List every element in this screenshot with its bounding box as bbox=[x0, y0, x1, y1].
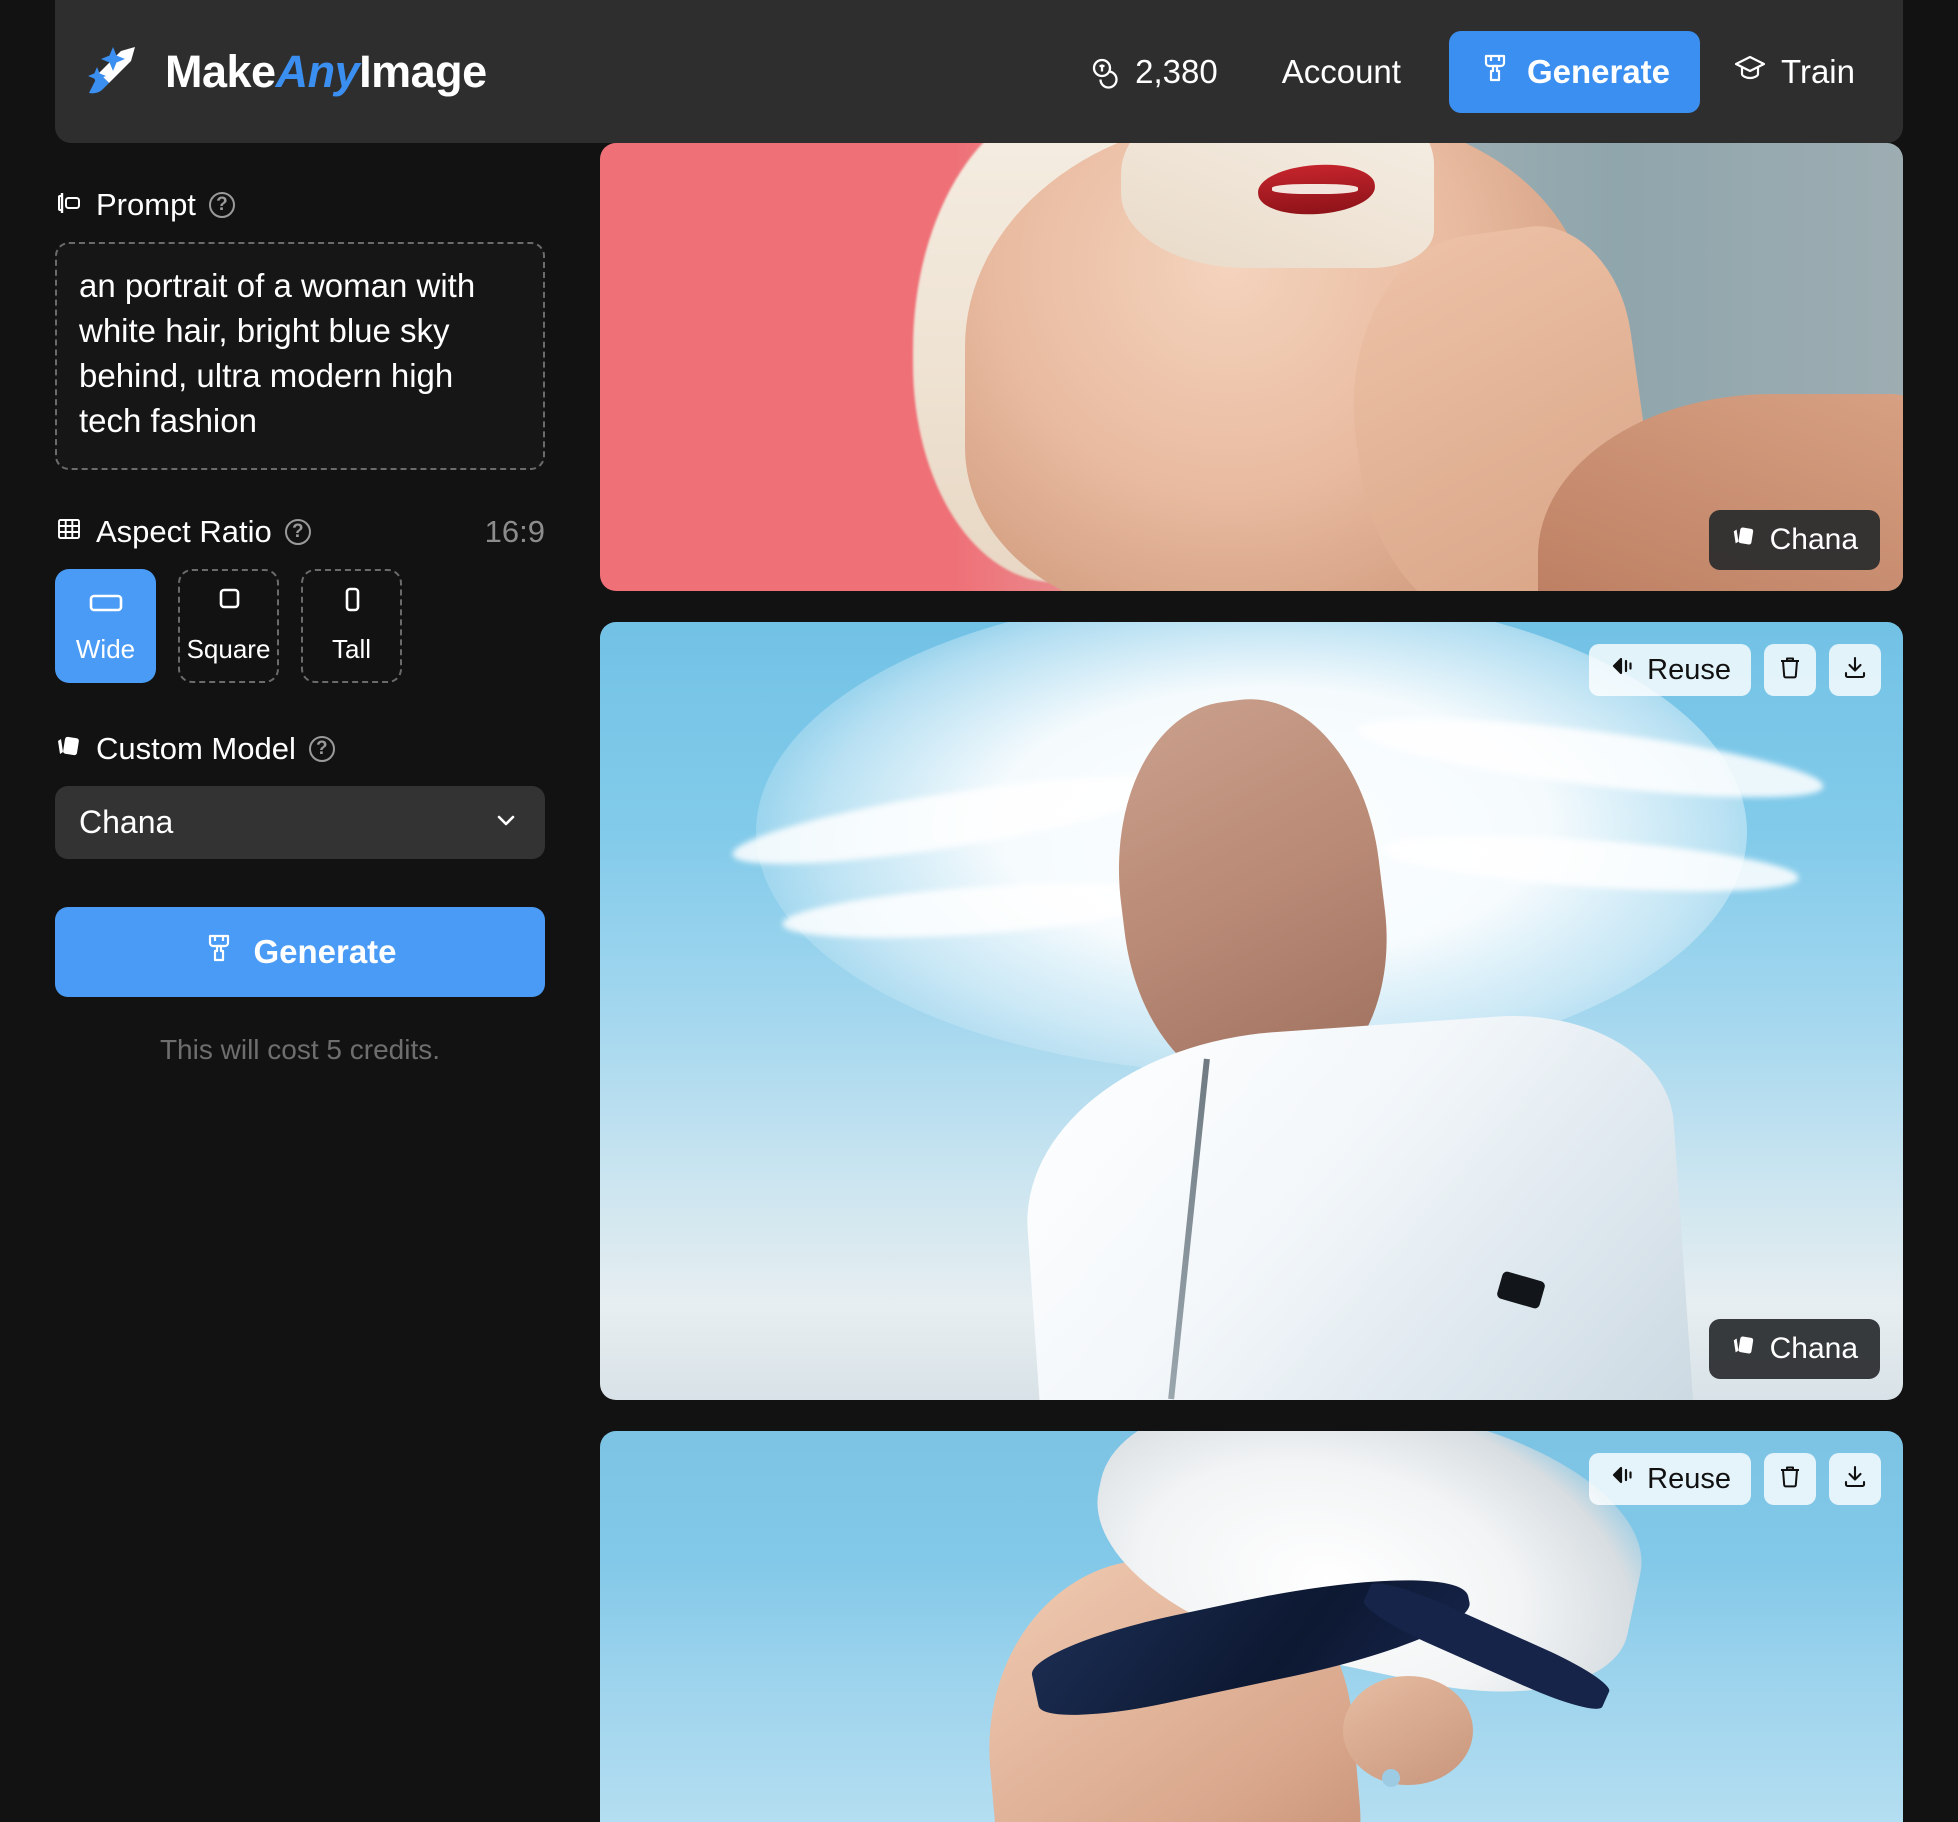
controls-sidebar: Prompt ? an portrait of a woman with whi… bbox=[0, 143, 600, 1822]
question-circle-icon[interactable]: ? bbox=[308, 735, 335, 762]
prompt-field: Prompt ? an portrait of a woman with whi… bbox=[55, 187, 545, 470]
image-actions: Reuse bbox=[1589, 644, 1881, 696]
custom-model-select[interactable]: Chana bbox=[55, 785, 545, 859]
model-card-icon bbox=[1731, 523, 1757, 557]
model-badge-label: Chana bbox=[1769, 523, 1858, 556]
train-link[interactable]: Train bbox=[1714, 38, 1875, 106]
download-button[interactable] bbox=[1829, 1453, 1881, 1505]
result-card[interactable]: Reuse bbox=[600, 622, 1903, 1400]
credits-value: 2,380 bbox=[1135, 52, 1218, 90]
reuse-button[interactable]: Reuse bbox=[1589, 644, 1751, 696]
custom-model-label: Custom Model bbox=[96, 730, 296, 766]
brand-title: MakeAnyImage bbox=[165, 46, 487, 98]
account-link[interactable]: Account bbox=[1264, 39, 1419, 105]
result-card[interactable]: Chana bbox=[600, 143, 1903, 591]
aspect-ratio-option-wide[interactable]: Wide bbox=[55, 568, 156, 683]
trash-icon bbox=[1776, 654, 1804, 687]
reuse-label: Reuse bbox=[1647, 1462, 1731, 1495]
reuse-arrow-icon bbox=[1609, 653, 1635, 687]
delete-button[interactable] bbox=[1764, 644, 1816, 696]
train-label: Train bbox=[1781, 52, 1855, 90]
model-badge: Chana bbox=[1708, 510, 1880, 570]
prompt-input[interactable]: an portrait of a woman with white hair, … bbox=[55, 242, 545, 470]
custom-model-value: Chana bbox=[79, 803, 174, 840]
rectangle-wide-icon bbox=[87, 587, 125, 622]
brand-part2: Image bbox=[359, 45, 487, 97]
brand-accent: Any bbox=[275, 45, 360, 97]
prompt-value: an portrait of a woman with white hair, … bbox=[79, 267, 485, 439]
custom-model-header: Custom Model ? bbox=[55, 731, 545, 767]
aspect-ratio-options: Wide Square Tall bbox=[55, 568, 545, 683]
magic-brush-icon bbox=[83, 41, 145, 103]
sidebar-generate-label: Generate bbox=[253, 932, 397, 970]
result-card[interactable]: Reuse bbox=[600, 1431, 1903, 1822]
generated-image bbox=[600, 622, 1903, 1400]
delete-button[interactable] bbox=[1764, 1453, 1816, 1505]
header-generate-button[interactable]: Generate bbox=[1448, 30, 1701, 113]
header-actions: 2,380 Account Generate Train bbox=[1088, 30, 1875, 113]
text-input-icon bbox=[55, 189, 83, 222]
grid-icon bbox=[55, 515, 83, 548]
aspect-ratio-option-label: Tall bbox=[331, 633, 371, 664]
rectangle-square-icon bbox=[210, 587, 248, 622]
app-header: MakeAnyImage 2,380 Account Generate Trai… bbox=[55, 0, 1903, 143]
custom-model-field: Custom Model ? Chana bbox=[55, 731, 545, 859]
aspect-ratio-value: 16:9 bbox=[484, 513, 545, 549]
reuse-button[interactable]: Reuse bbox=[1589, 1453, 1751, 1505]
prompt-header: Prompt ? bbox=[55, 187, 545, 223]
coins-icon bbox=[1088, 55, 1122, 89]
chevron-down-icon bbox=[491, 805, 521, 840]
cost-note: This will cost 5 credits. bbox=[159, 1033, 441, 1065]
model-card-icon bbox=[55, 732, 83, 765]
sidebar-generate-button[interactable]: Generate bbox=[55, 906, 545, 997]
brand-logo[interactable]: MakeAnyImage bbox=[83, 41, 487, 103]
rectangle-tall-icon bbox=[333, 587, 371, 622]
graduation-cap-icon bbox=[1734, 52, 1766, 92]
download-icon bbox=[1841, 654, 1869, 687]
download-icon bbox=[1841, 1463, 1869, 1496]
aspect-ratio-header: Aspect Ratio ? 16:9 bbox=[55, 514, 545, 550]
paintbrush-icon bbox=[1479, 52, 1511, 92]
reuse-arrow-icon bbox=[1609, 1462, 1635, 1496]
download-button[interactable] bbox=[1829, 644, 1881, 696]
header-generate-label: Generate bbox=[1526, 52, 1671, 90]
app-root: MakeAnyImage 2,380 Account Generate Trai… bbox=[0, 0, 1958, 1822]
model-badge-label: Chana bbox=[1769, 1332, 1858, 1365]
trash-icon bbox=[1776, 1463, 1804, 1496]
prompt-label: Prompt bbox=[96, 187, 196, 222]
paintbrush-icon bbox=[203, 932, 235, 972]
aspect-ratio-option-tall[interactable]: Tall bbox=[301, 568, 402, 683]
question-circle-icon[interactable]: ? bbox=[208, 192, 235, 218]
question-circle-icon[interactable]: ? bbox=[284, 518, 311, 545]
model-badge: Chana bbox=[1708, 1319, 1880, 1379]
image-actions: Reuse bbox=[1589, 1453, 1881, 1505]
aspect-ratio-option-square[interactable]: Square bbox=[178, 568, 279, 683]
aspect-ratio-option-label: Square bbox=[186, 633, 271, 664]
generated-image bbox=[600, 143, 1903, 591]
brand-part1: Make bbox=[165, 45, 276, 97]
aspect-ratio-field: Aspect Ratio ? 16:9 Wide Square Tall bbox=[55, 514, 545, 683]
aspect-ratio-label: Aspect Ratio bbox=[96, 513, 272, 549]
aspect-ratio-option-label: Wide bbox=[75, 633, 136, 664]
reuse-label: Reuse bbox=[1647, 653, 1731, 686]
results-gallery: Chana Reuse Chana Reuse bbox=[600, 143, 1903, 1822]
model-card-icon bbox=[1731, 1332, 1757, 1366]
credits-indicator[interactable]: 2,380 bbox=[1088, 53, 1218, 91]
